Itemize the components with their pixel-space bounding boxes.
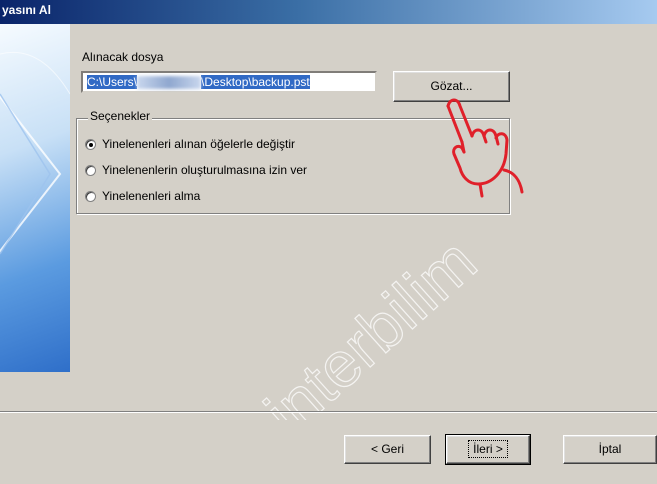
wizard-banner-image (0, 24, 70, 372)
file-label: Alınacak dosya (82, 50, 164, 64)
title-bar[interactable]: yasını Al (0, 0, 657, 24)
option-label: Yinelenenlerin oluşturulmasına izin ver (102, 163, 307, 177)
next-button-label: İleri > (468, 440, 508, 458)
path-suffix: \Desktop\backup.pst (201, 75, 310, 89)
option-label: Yinelenenleri alınan öğelerle değiştir (102, 137, 296, 151)
options-legend: Seçenekler (88, 109, 153, 123)
footer-divider (0, 411, 657, 413)
window-title: yasını Al (2, 3, 51, 17)
radio-icon[interactable] (85, 190, 96, 202)
watermark-text: interbilim (251, 225, 489, 420)
pointing-hand-icon (446, 98, 524, 198)
option-allow-duplicates[interactable]: Yinelenenlerin oluşturulmasına izin ver (85, 162, 307, 178)
back-button[interactable]: < Geri (344, 435, 431, 464)
option-replace-duplicates[interactable]: Yinelenenleri alınan öğelerle değiştir (85, 136, 295, 152)
redacted-username (137, 76, 202, 90)
path-prefix: C:\Users\ (87, 75, 138, 89)
radio-icon[interactable] (85, 164, 96, 176)
cancel-button[interactable]: İptal (563, 435, 657, 464)
next-button[interactable]: İleri > (445, 434, 531, 465)
option-no-duplicates[interactable]: Yinelenenleri alma (85, 188, 200, 204)
file-path-input[interactable]: C:\Users\ \Desktop\backup.pst (81, 71, 377, 93)
option-label: Yinelenenleri alma (102, 189, 201, 203)
radio-icon[interactable] (85, 138, 96, 150)
